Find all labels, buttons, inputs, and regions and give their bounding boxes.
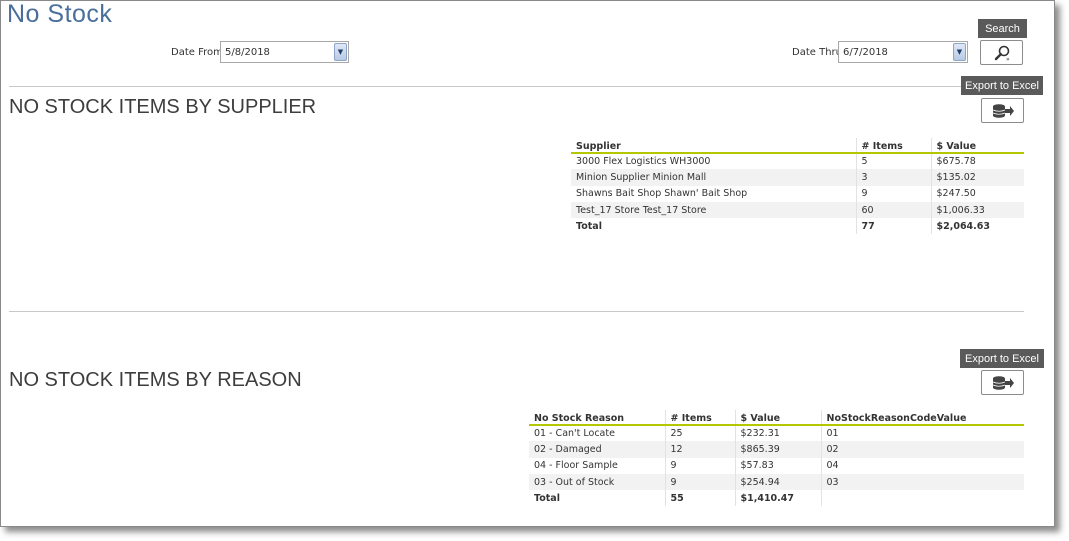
value-cell: $254.94 <box>734 473 821 491</box>
column-header[interactable]: # Items <box>664 410 735 426</box>
date-from-value: 5/8/2018 <box>225 47 270 58</box>
reason-table: No Stock Reason # Items $ Value NoStockR… <box>529 410 1024 507</box>
reason-cell: 01 - Can't Locate <box>534 428 615 440</box>
date-thru-label: Date Thru <box>792 47 842 58</box>
total-label: Total <box>576 220 602 232</box>
code-cell: 01 <box>820 425 1024 442</box>
search-button[interactable]: » <box>980 40 1023 65</box>
total-row: Total 77 $2,064.63 <box>571 218 1024 235</box>
table-row: Shawns Bait Shop Shawn' Bait Shop 9 $247… <box>571 185 1024 202</box>
table-row: 04 - Floor Sample 9 $57.83 04 <box>529 457 1024 474</box>
items-cell: 25 <box>664 425 735 442</box>
supplier-cell: 3000 Flex Logistics WH3000 <box>576 156 711 168</box>
column-header[interactable]: $ Value <box>734 410 821 426</box>
export-excel-button[interactable] <box>981 370 1024 395</box>
value-cell: $247.50 <box>930 185 1024 202</box>
chevron-down-icon[interactable]: ▼ <box>334 43 347 61</box>
divider <box>9 86 1024 87</box>
value-cell: $865.39 <box>734 441 821 458</box>
supplier-table: Supplier # Items $ Value 3000 Flex Logis… <box>571 138 1024 235</box>
column-header[interactable]: No Stock Reason <box>529 410 665 426</box>
value-cell: $135.02 <box>930 169 1024 186</box>
code-cell: 04 <box>820 457 1024 474</box>
magnifier-icon: » <box>994 45 1010 62</box>
table-header-row: No Stock Reason # Items $ Value NoStockR… <box>529 410 1024 426</box>
total-label: Total <box>534 492 560 504</box>
date-thru-value: 6/7/2018 <box>843 47 888 58</box>
total-code <box>820 490 1024 507</box>
value-cell: $232.31 <box>734 425 821 442</box>
column-header[interactable]: # Items <box>855 138 931 154</box>
items-cell: 12 <box>664 441 735 458</box>
reason-cell: 04 - Floor Sample <box>534 460 618 472</box>
export-excel-button[interactable] <box>981 98 1024 123</box>
total-items: 77 <box>855 218 931 235</box>
total-value: $1,410.47 <box>734 490 821 507</box>
table-row: 3000 Flex Logistics WH3000 5 $675.78 <box>571 153 1024 170</box>
table-row: 03 - Out of Stock 9 $254.94 03 <box>529 473 1024 491</box>
divider <box>9 311 1024 312</box>
supplier-cell: Test_17 Store Test_17 Store <box>571 201 856 219</box>
svg-text:»: » <box>1006 56 1010 62</box>
column-header[interactable]: NoStockReasonCodeValue <box>820 410 1024 426</box>
items-cell: 5 <box>855 153 931 170</box>
code-cell: 03 <box>820 473 1024 491</box>
table-row: 01 - Can't Locate 25 $232.31 01 <box>529 425 1024 442</box>
table-row: Test_17 Store Test_17 Store 60 $1,006.33 <box>571 201 1024 219</box>
table-row: 02 - Damaged 12 $865.39 02 <box>529 441 1024 458</box>
supplier-cell: Minion Supplier Minion Mall <box>571 169 856 186</box>
value-cell: $1,006.33 <box>930 201 1024 219</box>
table-header-row: Supplier # Items $ Value <box>571 138 1024 154</box>
code-cell: 02 <box>820 441 1024 458</box>
search-label[interactable]: Search <box>978 19 1027 38</box>
reason-section-title: NO STOCK ITEMS BY REASON <box>9 369 302 391</box>
database-export-icon <box>992 103 1014 118</box>
page-title: No Stock <box>7 0 113 28</box>
total-value: $2,064.63 <box>930 218 1024 235</box>
date-thru-field[interactable]: 6/7/2018 ▼ <box>838 41 968 63</box>
export-excel-label[interactable]: Export to Excel <box>961 76 1043 95</box>
column-header[interactable]: $ Value <box>930 138 1024 154</box>
export-excel-label[interactable]: Export to Excel <box>960 349 1044 368</box>
value-cell: $57.83 <box>734 457 821 474</box>
table-row: Minion Supplier Minion Mall 3 $135.02 <box>571 169 1024 186</box>
supplier-cell: Shawns Bait Shop Shawn' Bait Shop <box>576 188 748 200</box>
items-cell: 60 <box>855 201 931 219</box>
database-export-icon <box>992 375 1014 390</box>
reason-cell: 03 - Out of Stock <box>529 473 665 491</box>
total-items: 55 <box>664 490 735 507</box>
items-cell: 3 <box>855 169 931 186</box>
date-from-field[interactable]: 5/8/2018 ▼ <box>220 41 349 63</box>
chevron-down-icon[interactable]: ▼ <box>953 43 966 61</box>
items-cell: 9 <box>664 473 735 491</box>
items-cell: 9 <box>855 185 931 202</box>
value-cell: $675.78 <box>930 153 1024 170</box>
items-cell: 9 <box>664 457 735 474</box>
total-row: Total 55 $1,410.47 <box>529 490 1024 507</box>
date-from-label: Date From <box>171 47 223 58</box>
supplier-section-title: NO STOCK ITEMS BY SUPPLIER <box>9 96 317 118</box>
reason-cell: 02 - Damaged <box>529 441 665 458</box>
column-header[interactable]: Supplier <box>571 138 856 154</box>
